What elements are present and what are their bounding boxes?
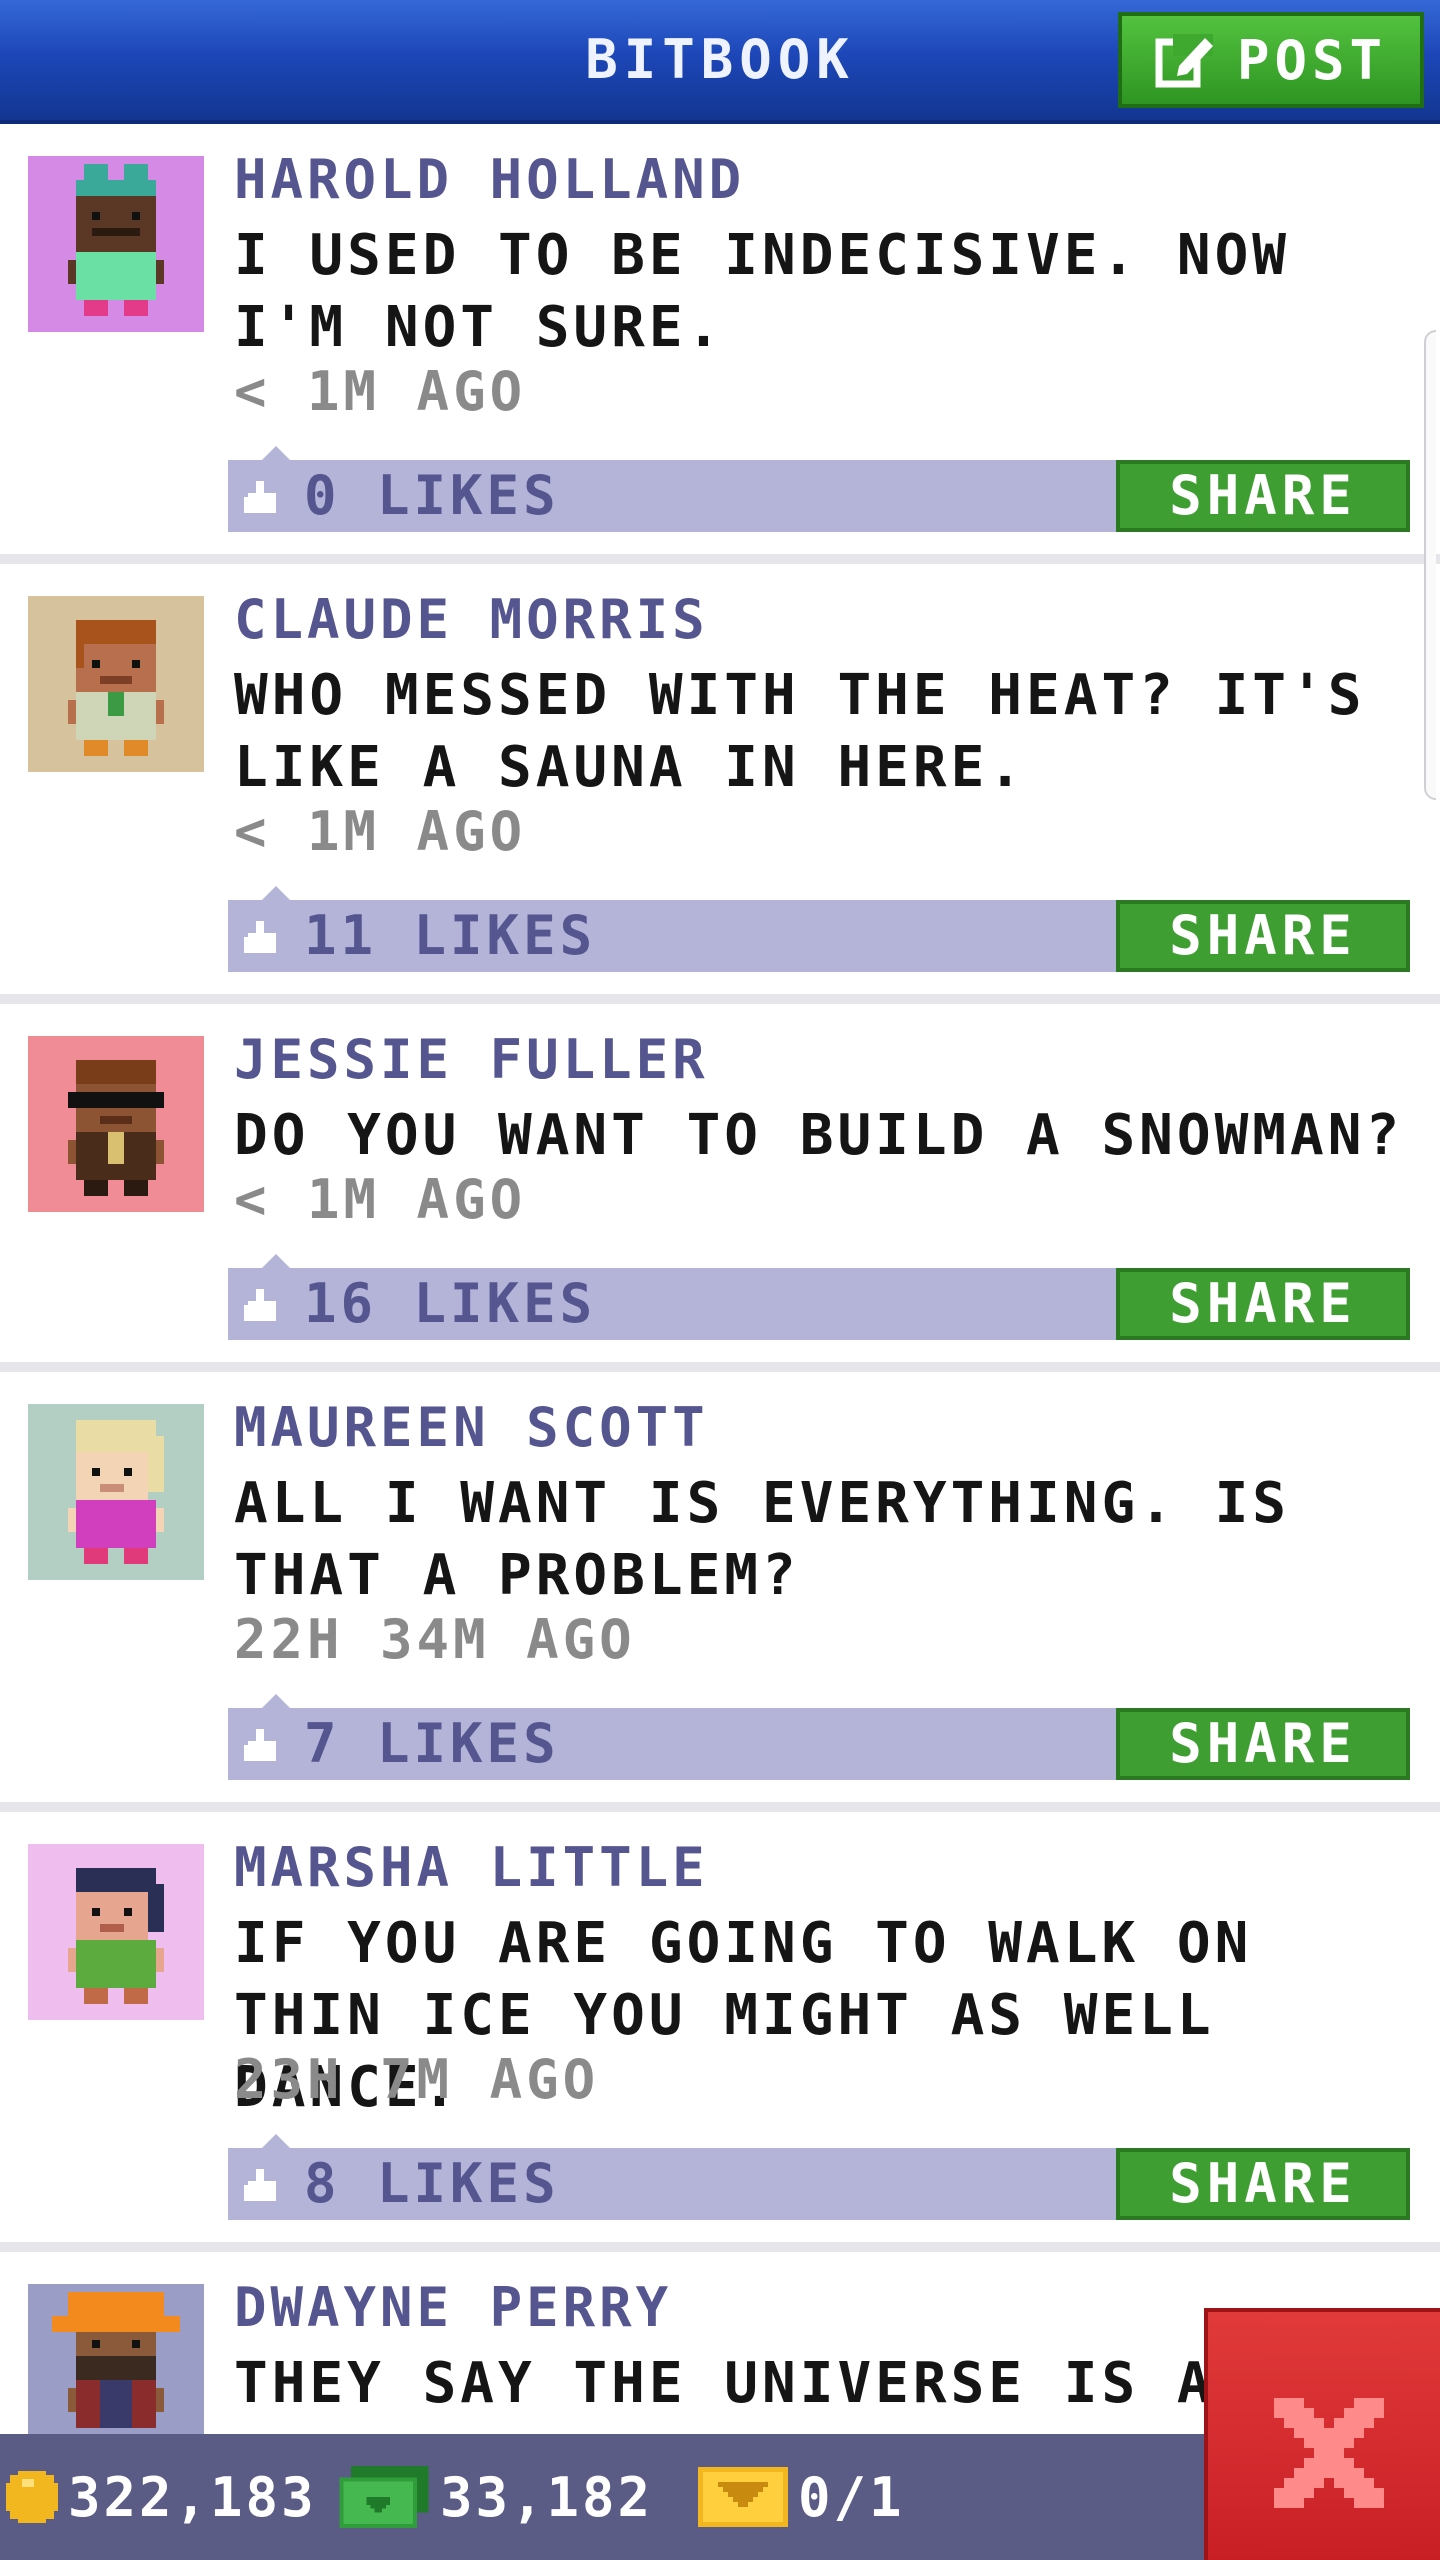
avatar[interactable]	[28, 2284, 204, 2434]
bux-stat: 33,182	[338, 2434, 653, 2560]
post-item: HAROLD HOLLAND I USED TO BE INDECISIVE. …	[0, 124, 1440, 554]
post-time: < 1M AGO	[234, 800, 527, 863]
likes-count: 11 LIKES	[304, 904, 597, 967]
share-button[interactable]: SHARE	[1116, 1708, 1410, 1780]
tickets-stat: 0/1	[698, 2434, 905, 2560]
post-time: < 1M AGO	[234, 1168, 527, 1231]
close-icon	[1274, 2398, 1384, 2508]
bux-icon	[339, 2466, 429, 2528]
avatar-image	[28, 596, 204, 772]
likes-bar-notch	[262, 1254, 290, 1268]
avatar[interactable]	[28, 1404, 204, 1580]
post-divider	[0, 1802, 1440, 1812]
like-icon[interactable]	[244, 920, 280, 954]
post-divider	[0, 2242, 1440, 2252]
post-author[interactable]: MARSHA LITTLE	[234, 1836, 709, 1899]
post-author[interactable]: JESSIE FULLER	[234, 1028, 709, 1091]
likes-bar: 8 LIKES SHARE	[228, 2134, 1410, 2220]
coins-stat: 322,183	[6, 2434, 317, 2560]
post-message: WHO MESSED WITH THE HEAT? IT'S LIKE A SA…	[234, 663, 1366, 800]
post-author[interactable]: MAUREEN SCOTT	[234, 1396, 709, 1459]
likes-bar: 7 LIKES SHARE	[228, 1694, 1410, 1780]
post-button-label: POST	[1236, 28, 1388, 92]
coin-icon	[6, 2471, 58, 2523]
post-item: MAUREEN SCOTT ALL I WANT IS EVERYTHING. …	[0, 1372, 1440, 1802]
share-button[interactable]: SHARE	[1116, 900, 1410, 972]
post-time: 23H 7M AGO	[234, 2048, 600, 2111]
post-author[interactable]: HAROLD HOLLAND	[234, 148, 745, 211]
avatar[interactable]	[28, 1844, 204, 2020]
post-message: DO YOU WANT TO BUILD A SNOWMAN?	[234, 1103, 1404, 1168]
likes-bar-notch	[262, 1694, 290, 1708]
post-feed[interactable]: HAROLD HOLLAND I USED TO BE INDECISIVE. …	[0, 124, 1440, 2434]
like-icon[interactable]	[244, 1288, 280, 1322]
avatar-image	[28, 1036, 204, 1212]
post-divider	[0, 994, 1440, 1004]
like-icon[interactable]	[244, 480, 280, 514]
scrollbar[interactable]	[1424, 330, 1436, 800]
share-button[interactable]: SHARE	[1116, 2148, 1410, 2220]
post-divider	[0, 1362, 1440, 1372]
likes-count: 0 LIKES	[304, 464, 560, 527]
likes-bar-notch	[262, 446, 290, 460]
post-item: CLAUDE MORRIS WHO MESSED WITH THE HEAT? …	[0, 564, 1440, 994]
likes-count: 7 LIKES	[304, 1712, 560, 1775]
edit-icon	[1155, 34, 1213, 88]
likes-count: 8 LIKES	[304, 2152, 560, 2215]
close-button[interactable]	[1204, 2308, 1440, 2560]
share-button[interactable]: SHARE	[1116, 460, 1410, 532]
post-time: 22H 34M AGO	[234, 1608, 636, 1671]
likes-bar-notch	[262, 2134, 290, 2148]
avatar[interactable]	[28, 156, 204, 332]
ticket-icon	[698, 2467, 788, 2527]
avatar-image	[28, 2284, 204, 2434]
avatar-image	[28, 1844, 204, 2020]
post-message: ALL I WANT IS EVERYTHING. IS THAT A PROB…	[234, 1471, 1291, 1608]
bux-value: 33,182	[440, 2465, 654, 2529]
avatar-image	[28, 1404, 204, 1580]
likes-bar-notch	[262, 886, 290, 900]
coins-value: 322,183	[68, 2465, 317, 2529]
post-button[interactable]: POST	[1118, 12, 1424, 108]
likes-bar: 11 LIKES SHARE	[228, 886, 1410, 972]
avatar[interactable]	[28, 1036, 204, 1212]
post-divider	[0, 554, 1440, 564]
likes-bar: 16 LIKES SHARE	[228, 1254, 1410, 1340]
share-button[interactable]: SHARE	[1116, 1268, 1410, 1340]
post-author[interactable]: DWAYNE PERRY	[234, 2276, 672, 2339]
post-message: I USED TO BE INDECISIVE. NOW I'M NOT SUR…	[234, 223, 1291, 360]
post-item: MARSHA LITTLE IF YOU ARE GOING TO WALK O…	[0, 1812, 1440, 2242]
avatar-image	[28, 156, 204, 332]
like-icon[interactable]	[244, 1728, 280, 1762]
post-time: < 1M AGO	[234, 360, 527, 423]
tickets-value: 0/1	[798, 2465, 905, 2529]
like-icon[interactable]	[244, 2168, 280, 2202]
app-header: BITBOOK POST	[0, 0, 1440, 124]
post-author[interactable]: CLAUDE MORRIS	[234, 588, 709, 651]
likes-count: 16 LIKES	[304, 1272, 597, 1335]
likes-bar: 0 LIKES SHARE	[228, 446, 1410, 532]
post-item: JESSIE FULLER DO YOU WANT TO BUILD A SNO…	[0, 1004, 1440, 1362]
avatar[interactable]	[28, 596, 204, 772]
